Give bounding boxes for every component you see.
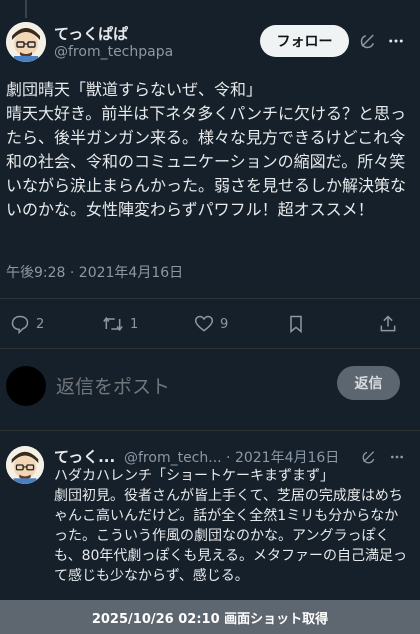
retweet-icon <box>103 316 123 332</box>
grok-icon[interactable] <box>357 30 379 52</box>
reply-icon <box>11 315 29 334</box>
reply-button[interactable]: 返信 <box>337 366 400 400</box>
avatar-illustration-icon <box>6 446 44 484</box>
author-handle[interactable]: @from_techpapa <box>54 44 173 60</box>
like-count: 9 <box>220 316 229 332</box>
bookmark-icon <box>290 315 302 334</box>
tweet-text: 劇団晴天「獣道すらないぜ、令和」 晴天大好き。前半は下ネタ多くパンチに欠ける？と… <box>6 80 407 219</box>
more-options-icon[interactable] <box>386 446 408 468</box>
grok-icon[interactable] <box>358 446 380 468</box>
share-action[interactable] <box>378 312 398 336</box>
avatar[interactable] <box>6 446 44 484</box>
retweet-action[interactable]: 1 <box>102 312 138 336</box>
post-author-name[interactable]: てっく... <box>54 446 115 467</box>
author-name[interactable]: てっくぱぱ <box>54 23 128 44</box>
post-text: ハダカハレンチ「ショートケーキまずまず」 劇団初見。役者さんが皆上手くて、芝居の… <box>54 468 407 584</box>
retweet-count: 1 <box>130 316 139 332</box>
tweet-timestamp[interactable]: 午後9:28 · 2021年4月16日 <box>6 262 183 282</box>
reply-count: 2 <box>36 316 45 332</box>
avatar-illustration-icon <box>6 22 46 62</box>
follow-button[interactable]: フォロー <box>260 25 349 57</box>
post-meta[interactable]: @from_tech... · 2021年4月16日 <box>124 447 339 467</box>
reply-action[interactable]: 2 <box>10 312 44 336</box>
like-action[interactable]: 9 <box>194 312 228 336</box>
divider <box>0 298 420 299</box>
heart-icon <box>194 315 214 332</box>
share-icon <box>380 315 396 332</box>
divider <box>0 430 420 431</box>
avatar[interactable] <box>6 22 46 62</box>
thread-connector-line <box>25 0 27 18</box>
divider <box>0 348 420 349</box>
more-options-icon[interactable] <box>385 30 407 52</box>
bookmark-action[interactable] <box>286 312 306 336</box>
reply-input[interactable]: 返信をポスト <box>56 372 170 399</box>
current-user-avatar <box>6 366 46 406</box>
screenshot-caption: 2025/10/26 02:10 画面ショット取得 <box>0 600 420 634</box>
